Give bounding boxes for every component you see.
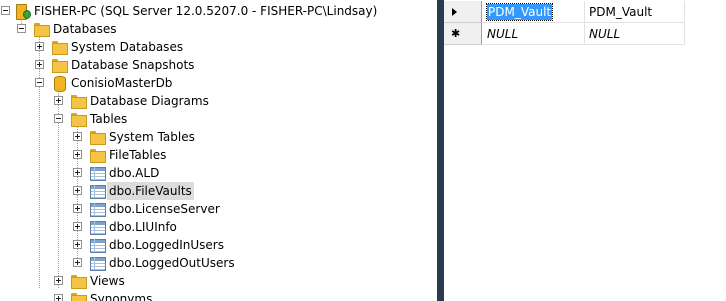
- expand-icon[interactable]: [54, 294, 63, 301]
- expand-icon[interactable]: [73, 240, 82, 249]
- tree-node-system-tables[interactable]: System Tables: [0, 128, 437, 146]
- tree-node-label: FileTables: [109, 148, 167, 162]
- tree-node-table-filevaults[interactable]: dbo.FileVaults: [0, 182, 437, 200]
- database-icon: [51, 75, 67, 92]
- current-row-arrow-icon: [452, 8, 457, 16]
- tree-node-table-loggedoutusers[interactable]: dbo.LoggedOutUsers: [0, 254, 437, 272]
- tree-node-database-snapshots[interactable]: Database Snapshots: [0, 56, 437, 74]
- expand-icon[interactable]: [35, 42, 44, 51]
- grid-cell[interactable]: NULL: [483, 23, 585, 45]
- table-icon: [89, 255, 106, 271]
- tree-node-label: Synonyms: [90, 292, 153, 301]
- folder-icon: [51, 39, 68, 55]
- expand-icon[interactable]: [73, 222, 82, 231]
- tree-node-synonyms[interactable]: Synonyms: [0, 290, 437, 301]
- expand-icon[interactable]: [73, 132, 82, 141]
- object-explorer-tree: FISHER-PC (SQL Server 12.0.5207.0 - FISH…: [0, 0, 437, 301]
- collapse-icon[interactable]: [54, 114, 63, 123]
- row-header[interactable]: ✱: [444, 23, 482, 45]
- table-icon: [89, 237, 106, 253]
- tree-node-label: Views: [90, 274, 125, 288]
- folder-icon: [33, 21, 50, 37]
- tree-node-tables[interactable]: Tables: [0, 110, 437, 128]
- cell-value: PDM_Vault: [485, 3, 554, 21]
- tree-node-label: dbo.LicenseServer: [109, 202, 220, 216]
- folder-icon: [89, 147, 106, 163]
- tree-node-label: dbo.FileVaults: [107, 182, 194, 200]
- folder-icon: [70, 111, 87, 127]
- expand-icon[interactable]: [73, 168, 82, 177]
- folder-icon: [70, 93, 87, 109]
- grid-cell[interactable]: NULL: [585, 23, 685, 45]
- row-header[interactable]: [444, 1, 482, 23]
- tree-node-label: System Databases: [71, 40, 184, 54]
- expand-icon[interactable]: [35, 60, 44, 69]
- grid-cell[interactable]: PDM_Vault: [483, 1, 585, 23]
- table-icon: [89, 165, 106, 181]
- table-icon: [89, 201, 106, 217]
- table-icon: [89, 183, 106, 199]
- tree-node-table-licenseserver[interactable]: dbo.LicenseServer: [0, 200, 437, 218]
- expand-icon[interactable]: [73, 204, 82, 213]
- tree-node-views[interactable]: Views: [0, 272, 437, 290]
- tree-node-database-diagrams[interactable]: Database Diagrams: [0, 92, 437, 110]
- expand-icon[interactable]: [73, 186, 82, 195]
- tree-node-table-liuinfo[interactable]: dbo.LIUInfo: [0, 218, 437, 236]
- tree-node-label: Tables: [90, 112, 128, 126]
- folder-icon: [70, 273, 87, 289]
- folder-icon: [89, 129, 106, 145]
- tree-node-label: System Tables: [109, 130, 195, 144]
- expand-icon[interactable]: [54, 276, 63, 285]
- cell-value: NULL: [487, 27, 519, 41]
- expand-icon[interactable]: [54, 96, 63, 105]
- folder-icon: [51, 57, 68, 73]
- folder-icon: [70, 291, 87, 301]
- server-icon: [14, 3, 31, 20]
- tree-node-label: Database Snapshots: [71, 58, 195, 72]
- tree-node-label: ConisioMasterDb: [71, 76, 173, 90]
- tree-node-label: FISHER-PC (SQL Server 12.0.5207.0 - FISH…: [34, 4, 378, 18]
- new-row-star-icon: ✱: [451, 27, 461, 40]
- cell-value: NULL: [589, 27, 621, 41]
- collapse-icon[interactable]: [17, 24, 26, 33]
- pane-splitter[interactable]: [437, 0, 444, 301]
- tree-node-databases[interactable]: Databases: [0, 20, 437, 38]
- cell-value: PDM_Vault: [589, 5, 653, 19]
- tree-node-server[interactable]: FISHER-PC (SQL Server 12.0.5207.0 - FISH…: [0, 2, 437, 20]
- results-grid: PDM_Vault PDM_Vault ✱ NULL NULL: [444, 0, 726, 301]
- tree-node-table-loggedinusers[interactable]: dbo.LoggedInUsers: [0, 236, 437, 254]
- tree-node-label: dbo.LoggedOutUsers: [109, 256, 235, 270]
- table-row[interactable]: PDM_Vault PDM_Vault: [444, 1, 726, 23]
- tree-node-table-ald[interactable]: dbo.ALD: [0, 164, 437, 182]
- expand-icon[interactable]: [73, 258, 82, 267]
- grid-cell[interactable]: PDM_Vault: [585, 1, 685, 23]
- tree-node-label: dbo.LoggedInUsers: [109, 238, 224, 252]
- tree-node-label: dbo.ALD: [109, 166, 160, 180]
- tree-node-conisiomasterdb[interactable]: ConisioMasterDb: [0, 74, 437, 92]
- table-row-new[interactable]: ✱ NULL NULL: [444, 23, 726, 45]
- expand-icon[interactable]: [73, 150, 82, 159]
- tree-node-system-databases[interactable]: System Databases: [0, 38, 437, 56]
- collapse-icon[interactable]: [35, 78, 44, 87]
- tree-node-filetables[interactable]: FileTables: [0, 146, 437, 164]
- table-icon: [89, 219, 106, 235]
- tree-node-label: Database Diagrams: [90, 94, 209, 108]
- tree-node-label: Databases: [53, 22, 117, 36]
- tree-node-label: dbo.LIUInfo: [109, 220, 177, 234]
- collapse-icon[interactable]: [1, 6, 10, 15]
